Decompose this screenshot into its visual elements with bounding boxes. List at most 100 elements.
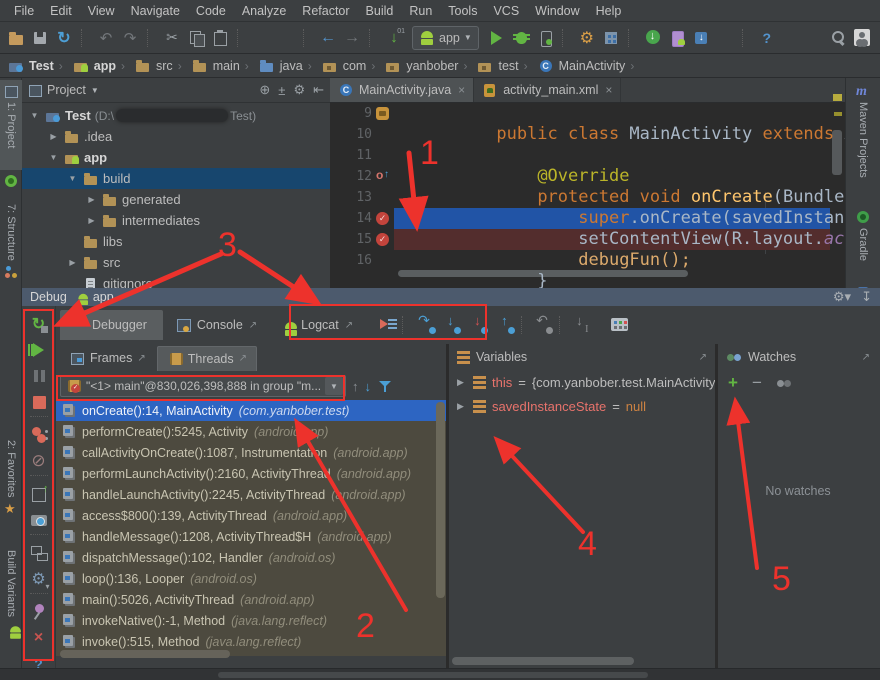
tool-tab-project[interactable]: 1: Project — [0, 80, 22, 170]
next-frame-icon[interactable]: ↓ — [365, 379, 372, 394]
gear-icon[interactable]: ⚙▾ — [833, 289, 851, 305]
gutter-icon[interactable] — [375, 232, 390, 247]
editor-gutter[interactable]: 10 — [330, 124, 394, 145]
stepping-icon[interactable] — [559, 316, 570, 334]
editor-gutter[interactable]: 13 — [330, 187, 394, 208]
gutter-icon[interactable] — [375, 211, 390, 226]
editor-gutter[interactable]: 12 — [330, 166, 394, 187]
toolbar-icon[interactable] — [340, 26, 364, 50]
toolbar-icon[interactable] — [52, 26, 76, 50]
stack-frame-row[interactable]: handleLaunchActivity():2245, ActivityThr… — [56, 484, 446, 505]
gutter-icon[interactable] — [375, 106, 390, 121]
toolbar-icon[interactable] — [713, 26, 737, 50]
gear-icon[interactable]: ⚙ — [293, 82, 305, 98]
breadcrumb-item[interactable]: java › — [259, 58, 318, 74]
code-area[interactable]: 9 public class MainActivity extends Acti… — [330, 103, 845, 271]
breadcrumb-item[interactable]: main › — [192, 58, 255, 74]
stepping-icon[interactable] — [440, 312, 467, 338]
collapse-all-icon[interactable]: ± — [278, 83, 285, 98]
tree-row[interactable]: ▼ build — [22, 168, 330, 189]
tool-tab-structure[interactable]: 7: Structure — [0, 204, 22, 302]
menu-item[interactable]: Help — [588, 4, 630, 18]
menu-item[interactable]: Navigate — [123, 4, 188, 18]
tool-tab-android[interactable] — [0, 174, 22, 196]
debug-tab[interactable]: Logcat ↗ — [269, 310, 363, 340]
tree-expand-icon[interactable]: ▶ — [47, 132, 60, 141]
toolbar-icon[interactable] — [28, 26, 52, 50]
stepping-icon[interactable] — [494, 312, 521, 338]
debug-toolbar-icon[interactable] — [30, 593, 48, 600]
tool-tab-favorites[interactable]: 2: Favorites — [0, 440, 22, 536]
editor-gutter[interactable]: 14 — [330, 208, 394, 229]
debug-tab[interactable]: Console ↗ — [165, 310, 267, 340]
tree-expand-icon[interactable]: ▶ — [85, 216, 98, 225]
breadcrumb-item[interactable]: test › — [477, 58, 533, 74]
frames-hscrollbar-thumb[interactable] — [60, 650, 230, 658]
menu-item[interactable]: Run — [401, 4, 440, 18]
tree-row[interactable]: ▶ src — [22, 252, 330, 273]
tree-row[interactable]: ▶ intermediates — [22, 210, 330, 231]
toolbar-icon[interactable] — [208, 26, 232, 50]
editor-gutter[interactable]: 9 — [330, 103, 394, 124]
debug-tab[interactable]: Debugger — [60, 310, 163, 340]
editor-gutter[interactable]: 16 — [330, 250, 394, 271]
tree-row[interactable]: ▶ generated — [22, 189, 330, 210]
breadcrumb-item[interactable]: com › — [322, 58, 382, 74]
toolbar-icon[interactable] — [485, 26, 509, 50]
variable-row[interactable]: ▶ this = {com.yanbober.test.MainActivity — [449, 370, 715, 394]
toolbar-icon[interactable] — [689, 26, 713, 50]
hide-window-icon[interactable]: ↧ — [861, 289, 872, 305]
debug-toolbar-icon[interactable] — [27, 541, 51, 565]
tree-row[interactable]: libs — [22, 231, 330, 252]
chevron-down-icon[interactable]: ▼ — [91, 86, 99, 95]
toolbar-icon[interactable] — [562, 29, 572, 47]
debug-toolbar-icon[interactable] — [27, 312, 51, 336]
tree-expand-icon[interactable]: ▼ — [66, 174, 79, 183]
debug-toolbar-icon[interactable] — [27, 338, 51, 362]
menu-item[interactable]: File — [6, 4, 42, 18]
toolbar-icon[interactable] — [369, 29, 379, 47]
stack-frame-row[interactable]: performLaunchActivity():2160, ActivityTh… — [56, 463, 446, 484]
debug-toolbar-icon[interactable] — [30, 475, 48, 482]
debug-toolbar-icon[interactable] — [27, 449, 51, 473]
menu-item[interactable]: Build — [358, 4, 402, 18]
chevron-down-icon[interactable]: ▼ — [325, 377, 343, 395]
stack-frame-row[interactable]: invoke():515, Method (java.lang.reflect) — [56, 631, 446, 652]
add-watch-button[interactable]: + — [728, 373, 738, 393]
tool-tab-maven[interactable]: Maven Projects — [846, 84, 880, 204]
hide-panel-icon[interactable]: ⇤ — [313, 82, 324, 98]
tool-tab-gradle[interactable]: Gradle — [846, 210, 880, 276]
variable-row[interactable]: ▶ savedInstanceState = null — [449, 394, 715, 418]
toolbar-icon[interactable] — [94, 26, 118, 50]
stepping-icon[interactable] — [413, 312, 440, 338]
breadcrumb-item[interactable]: MainActivity › — [538, 58, 641, 74]
expand-icon[interactable]: ▶ — [457, 401, 467, 412]
thread-selector[interactable]: "<1> main"@830,026,398,888 in group "m..… — [60, 375, 346, 397]
stepping-icon[interactable] — [467, 312, 494, 338]
toolbar-icon[interactable] — [599, 26, 623, 50]
menu-item[interactable]: View — [80, 4, 123, 18]
search-icon[interactable] — [826, 26, 850, 50]
frames-tab[interactable]: Threads ↗ — [157, 346, 257, 371]
toolbar-icon[interactable] — [303, 29, 313, 47]
debug-toolbar-icon[interactable] — [27, 482, 51, 506]
toolbar-icon[interactable] — [4, 26, 28, 50]
tree-expand-icon[interactable]: ▼ — [47, 153, 60, 162]
run-configuration-select[interactable]: app ▼ — [412, 26, 479, 50]
toolbar-icon[interactable] — [742, 29, 752, 47]
toolbar-icon[interactable] — [755, 26, 779, 50]
tool-tab-build-variants[interactable]: Build Variants — [0, 550, 22, 670]
toolbar-icon[interactable] — [118, 26, 142, 50]
menu-item[interactable]: Edit — [42, 4, 80, 18]
stepping-icon[interactable] — [375, 312, 402, 338]
menu-item[interactable]: Tools — [440, 4, 485, 18]
tree-row[interactable]: gitignore — [22, 273, 330, 288]
stack-frame-row[interactable]: main():5026, ActivityThread (android.app… — [56, 589, 446, 610]
locate-icon[interactable]: ⊕ — [259, 82, 270, 98]
stack-frame-row[interactable]: invokeNative():-1, Method (java.lang.ref… — [56, 610, 446, 631]
toolbar-icon[interactable] — [237, 29, 247, 47]
tree-row[interactable]: ▼ Test (D:\Test) — [22, 105, 330, 126]
evaluate-expression-icon[interactable] — [607, 313, 631, 337]
breadcrumb-item[interactable]: Test › — [8, 58, 69, 74]
toolbar-icon[interactable] — [316, 26, 340, 50]
